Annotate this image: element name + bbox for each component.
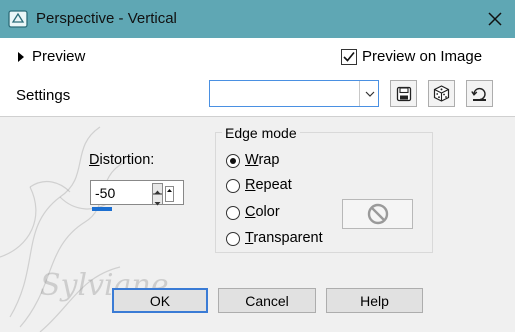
dice-icon: [433, 85, 450, 102]
caret-up-icon: [167, 189, 172, 192]
radio-wrap-label[interactable]: Wrap: [245, 152, 279, 168]
caret-down-icon: [154, 202, 161, 206]
radio-selected-dot: [230, 158, 236, 164]
preview-toggle[interactable]: Preview: [32, 48, 85, 65]
preview-on-image-checkbox[interactable]: [341, 49, 357, 65]
randomize-button[interactable]: [428, 80, 455, 107]
save-preset-button[interactable]: [390, 80, 417, 107]
ok-button[interactable]: OK: [112, 288, 208, 313]
window-icon: [8, 9, 28, 29]
radio-transparent[interactable]: [226, 232, 240, 246]
radio-repeat[interactable]: [226, 179, 240, 193]
distortion-slider-indicator: [92, 207, 112, 211]
radio-color-label[interactable]: Color: [245, 204, 280, 220]
color-rest: olor: [255, 204, 280, 220]
radio-transparent-label[interactable]: Transparent: [245, 230, 323, 246]
reset-icon: [471, 87, 486, 101]
repeat-rest: epeat: [255, 177, 292, 193]
radio-wrap[interactable]: [226, 154, 240, 168]
radio-color[interactable]: [226, 206, 240, 220]
close-button[interactable]: [478, 4, 512, 34]
distortion-label: Distortion:: [89, 152, 154, 168]
distortion-slider-toggle[interactable]: [165, 186, 174, 202]
no-entry-icon: [367, 203, 388, 225]
distortion-value: -50: [95, 185, 116, 201]
edge-mode-label: Edge mode: [222, 125, 300, 141]
wrap-rest: rap: [258, 152, 280, 168]
chevron-down-icon: [365, 91, 374, 97]
reset-button[interactable]: [466, 80, 493, 107]
transparent-rest: ransparent: [253, 230, 323, 246]
preview-on-image-label[interactable]: Preview on Image: [362, 48, 482, 65]
settings-combobox[interactable]: [209, 80, 379, 107]
triangle-right-icon[interactable]: [18, 52, 24, 62]
repeat-accel: R: [245, 177, 256, 193]
settings-dropdown-button[interactable]: [359, 81, 379, 106]
help-button[interactable]: Help: [326, 288, 423, 313]
distortion-increment[interactable]: [152, 183, 163, 194]
settings-label: Settings: [16, 87, 71, 104]
distortion-decrement[interactable]: [152, 194, 163, 206]
radio-repeat-label[interactable]: Repeat: [245, 177, 292, 193]
distortion-accel: D: [89, 152, 100, 168]
cancel-button[interactable]: Cancel: [218, 288, 316, 313]
color-accel: C: [245, 204, 256, 220]
close-icon: [488, 12, 502, 26]
distortion-label-rest: istortion:: [99, 152, 155, 168]
wrap-accel: W: [245, 152, 259, 168]
window-title: Perspective - Vertical: [36, 10, 177, 27]
edge-color-swatch[interactable]: [342, 199, 413, 229]
save-icon: [396, 86, 411, 101]
checkmark-icon: [343, 51, 355, 62]
